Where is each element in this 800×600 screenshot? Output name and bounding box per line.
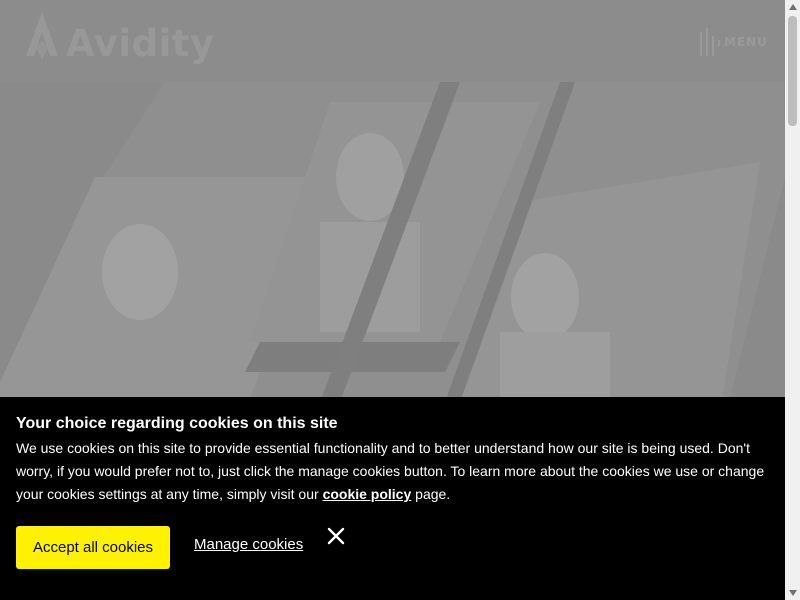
menu-button[interactable]: MENU (698, 28, 768, 56)
vertical-scrollbar[interactable] (785, 0, 800, 600)
menu-bars-icon (700, 28, 720, 56)
accept-all-cookies-button[interactable]: Accept all cookies (16, 526, 170, 569)
scroll-thumb[interactable] (788, 16, 797, 126)
site-logo[interactable]: Avidity (22, 10, 215, 72)
avidity-logo-icon (26, 12, 58, 60)
chevron-up-icon (788, 4, 797, 10)
manage-cookies-button[interactable]: Manage cookies (194, 536, 303, 553)
cookie-body-suffix: page. (415, 486, 451, 502)
close-icon[interactable] (326, 526, 346, 546)
menu-label: MENU (724, 35, 768, 49)
logo-text: Avidity (66, 22, 215, 65)
cookie-banner: Your choice regarding cookies on this si… (0, 397, 785, 600)
chevron-down-icon (788, 590, 797, 596)
scroll-up-arrow[interactable] (785, 0, 800, 14)
cookie-policy-link[interactable]: cookie policy (323, 486, 412, 502)
cookie-banner-title: Your choice regarding cookies on this si… (16, 415, 338, 432)
scroll-down-arrow[interactable] (785, 586, 800, 600)
site-header: Avidity MENU (0, 0, 785, 82)
cookie-banner-text: We use cookies on this site to provide e… (16, 437, 771, 506)
